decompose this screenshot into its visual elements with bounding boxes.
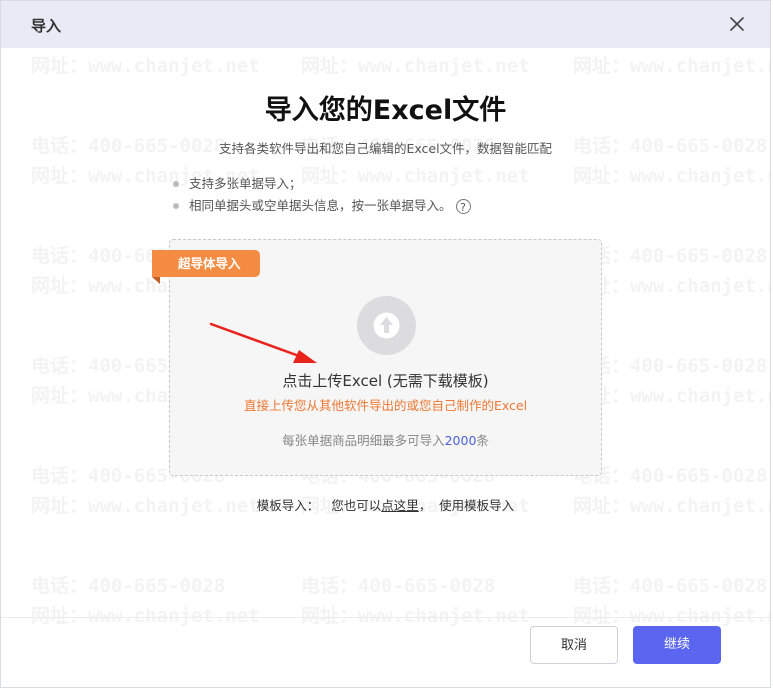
template-suffix: ， 使用模板导入 bbox=[418, 498, 515, 513]
help-circle-icon[interactable]: ? bbox=[455, 198, 471, 214]
cancel-button[interactable]: 取消 bbox=[530, 626, 618, 664]
page-subtitle: 支持各类软件导出和您自己编辑的Excel文件，数据智能匹配 bbox=[218, 141, 553, 156]
dialog-title: 导入 bbox=[31, 17, 62, 35]
upload-dropzone[interactable]: 超导体导入 点击上传Excel (无需下载模板) 直接上传您从其他软件导出的或您… bbox=[152, 239, 602, 476]
template-import-row: 模板导入： 您也可以点这里， 使用模板导入 bbox=[1, 495, 770, 514]
upload-limit-value: 2000 bbox=[444, 433, 477, 448]
template-link[interactable]: 点这里 bbox=[381, 498, 419, 513]
template-prefix: 模板导入： 您也可以 bbox=[256, 498, 382, 513]
upload-limit-prefix: 每张单据商品明细最多可导入 bbox=[282, 433, 445, 448]
dialog-body: 导入您的Excel文件 支持各类软件导出和您自己编辑的Excel文件，数据智能匹… bbox=[1, 48, 770, 618]
list-item-text: 支持多张单据导入； bbox=[189, 176, 302, 191]
upload-limit: 每张单据商品明细最多可导入2000条 bbox=[170, 430, 601, 449]
badge-fold bbox=[152, 277, 160, 284]
list-item-text: 相同单据头或空单据头信息，按一张单据导入。 bbox=[189, 198, 452, 213]
close-icon[interactable] bbox=[726, 13, 748, 35]
continue-button[interactable]: 继续 bbox=[633, 626, 721, 664]
bullet-dot bbox=[173, 181, 179, 187]
page-title: 导入您的Excel文件 bbox=[264, 95, 507, 126]
list-item: 相同单据头或空单据头信息，按一张单据导入。 ? bbox=[173, 195, 471, 217]
import-dialog: 电话：400-665-0028 网址：www.chanjet.net 电话：40… bbox=[0, 0, 771, 688]
dialog-header: 导入 bbox=[1, 1, 770, 48]
upload-hint: 直接上传您从其他软件导出的或您自己制作的Excel bbox=[243, 398, 528, 413]
upload-arrow-icon[interactable] bbox=[357, 296, 416, 355]
dialog-footer: 取消 继续 bbox=[1, 617, 770, 687]
upload-title: 点击上传Excel (无需下载模板) bbox=[282, 372, 489, 390]
bullet-dot bbox=[173, 203, 179, 209]
super-import-badge: 超导体导入 bbox=[152, 250, 260, 277]
feature-list: 支持多张单据导入； 相同单据头或空单据头信息，按一张单据导入。 ? bbox=[173, 173, 471, 217]
upload-limit-suffix: 条 bbox=[476, 433, 489, 448]
list-item: 支持多张单据导入； bbox=[173, 173, 471, 195]
